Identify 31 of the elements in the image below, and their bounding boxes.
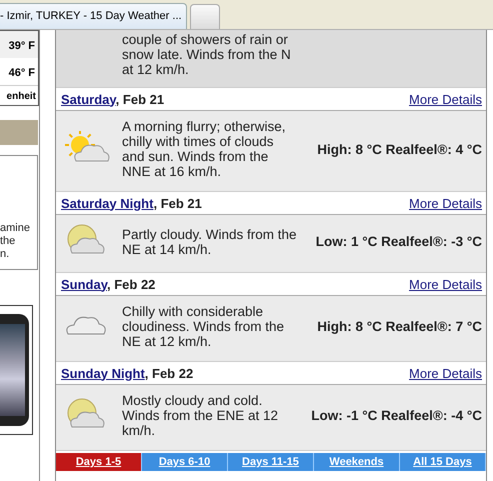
more-details-link[interactable]: More Details — [409, 196, 482, 210]
day-link[interactable]: Saturday Night — [61, 196, 154, 210]
forecast-description: Partly cloudy. Winds from the NE at 14 km/h. — [122, 226, 297, 256]
range-tab[interactable]: Days 1-5 — [56, 453, 142, 471]
promo-text: the — [0, 235, 16, 248]
date-text: , Feb 22 — [107, 276, 156, 292]
temperature-text: High: 8 °C Realfeel®: 4 °C — [316, 142, 482, 156]
temperature-text: High: 8 °C Realfeel®: 7 °C — [316, 319, 482, 334]
date-text: , Feb 21 — [153, 196, 202, 210]
promo-text: n. — [0, 248, 10, 261]
sun-cloud-icon — [64, 130, 112, 164]
more-details-link[interactable]: More Details — [409, 276, 482, 292]
more-details-link[interactable]: More Details — [409, 92, 482, 106]
sidebar-banner — [0, 120, 38, 145]
temperature-text: 39° F — [0, 31, 38, 58]
forecast-description: couple of showers of rain or snow late. Winds from the N at 12 km/h. — [122, 32, 292, 77]
forecast-description: Mostly cloudy and cold. Winds from the ENE at 12 km/h. — [122, 393, 280, 438]
temperature-text: Low: 1 °C Realfeel®: -3 °C — [314, 234, 482, 249]
temperature-text: Low: -1 °C Realfeel®: -4 °C — [310, 408, 482, 423]
day-link[interactable]: Saturday — [61, 92, 116, 106]
date-text: , Feb 21 — [116, 92, 164, 106]
more-details-link[interactable]: More Details — [409, 366, 482, 380]
unit-text: enheit — [0, 85, 38, 105]
day-link[interactable]: Sunday — [61, 276, 107, 292]
browser-tab[interactable]: - Izmir, TURKEY - 15 Day Weather ... — [0, 3, 187, 29]
date-text: , Feb 22 — [144, 366, 194, 380]
forecast-description: A morning flurry; otherwise, chilly with times of clouds and sun. Winds from the NNE at 16 km/h. — [122, 119, 287, 179]
day-link[interactable]: Sunday Night — [61, 366, 145, 380]
promo-text: amine — [0, 222, 30, 235]
forecast-description: Chilly with considerable cloudiness. Winds from the NE at 12 km/h. — [122, 304, 286, 349]
new-tab-button[interactable] — [190, 4, 220, 29]
